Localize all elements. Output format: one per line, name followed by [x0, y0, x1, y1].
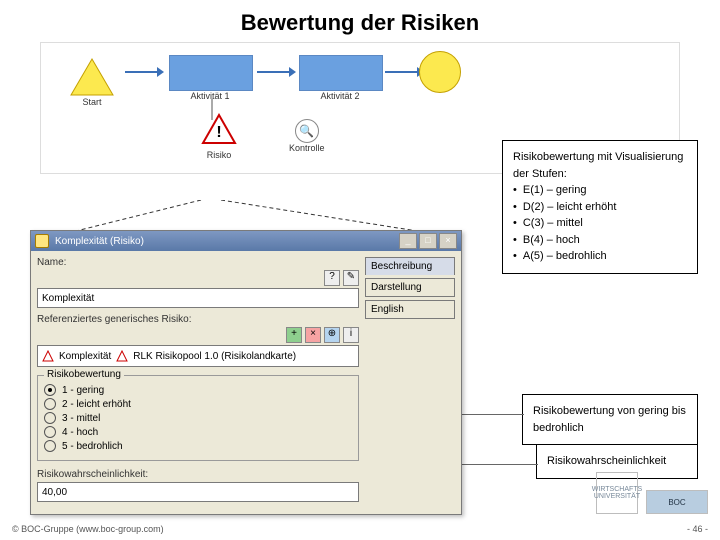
arrow-icon — [125, 71, 159, 73]
page-number: - 46 - — [687, 524, 708, 534]
tab-strip: Beschreibung Darstellung English — [365, 257, 455, 508]
radio-icon — [44, 398, 56, 410]
radio-option[interactable]: 3 - mittel — [44, 412, 352, 424]
risk-mark-icon: ! — [216, 124, 221, 141]
name-input[interactable]: Komplexität — [37, 288, 359, 308]
titlebar[interactable]: Komplexität (Risiko) _ □ × — [31, 231, 461, 251]
logo-area: WIRTSCHAFTS UNIVERSITÄT BOC — [596, 472, 708, 514]
start-label: Start — [69, 97, 115, 107]
app-icon — [35, 234, 49, 248]
dialog-window: Komplexität (Risiko) _ □ × Name: ? ✎ Kom… — [30, 230, 462, 515]
info-icon[interactable]: i — [343, 327, 359, 343]
level-item: D(2) – leicht erhöht — [513, 199, 687, 216]
tab-beschreibung[interactable]: Beschreibung — [365, 257, 455, 275]
levels-box: Risikobewertung mit Visualisierung der S… — [502, 140, 698, 274]
ref-label: Referenziertes generisches Risiko: — [37, 314, 359, 325]
eval-fieldset: Risikobewertung 1 - gering 2 - leicht er… — [37, 375, 359, 461]
edit-icon[interactable]: ✎ — [343, 270, 359, 286]
boc-logo: BOC — [646, 490, 708, 514]
activity-2 — [299, 55, 383, 91]
page-title: Bewertung der Risiken — [0, 0, 720, 42]
control-shape: 🔍 Kontrolle — [289, 119, 325, 153]
radio-icon — [44, 426, 56, 438]
tab-darstellung[interactable]: Darstellung — [365, 278, 455, 297]
arrow-icon — [257, 71, 291, 73]
arrow-icon — [385, 71, 419, 73]
connector-line — [462, 414, 524, 415]
warning-icon — [42, 350, 54, 362]
radio-option[interactable]: 5 - bedrohlich — [44, 440, 352, 452]
activity-2-label: Aktivität 2 — [299, 91, 381, 101]
range-box: Risikobewertung von gering bis bedrohlic… — [522, 394, 698, 445]
activity-1 — [169, 55, 253, 91]
levels-intro: Risikobewertung mit Visualisierung der S… — [513, 149, 687, 182]
risk-label: Risiko — [201, 150, 237, 160]
link-icon[interactable]: ⊕ — [324, 327, 340, 343]
magnifier-icon: 🔍 — [295, 119, 319, 143]
radio-option[interactable]: 4 - hoch — [44, 426, 352, 438]
help-icon[interactable]: ? — [324, 270, 340, 286]
warning-icon — [116, 350, 128, 362]
radio-icon — [44, 384, 56, 396]
maximize-button[interactable]: □ — [419, 233, 437, 249]
prob-label: Risikowahrscheinlichkeit: — [37, 469, 359, 480]
level-item: A(5) – bedrohlich — [513, 248, 687, 265]
radio-icon — [44, 440, 56, 452]
control-label: Kontrolle — [289, 143, 325, 153]
level-item: E(1) – gering — [513, 182, 687, 199]
minimize-button[interactable]: _ — [399, 233, 417, 249]
footer: © BOC-Gruppe (www.boc-group.com) - 46 - — [0, 518, 720, 540]
remove-icon[interactable]: × — [305, 327, 321, 343]
wu-logo: WIRTSCHAFTS UNIVERSITÄT — [596, 472, 638, 514]
risk-shape: ! Risiko — [201, 113, 237, 160]
radio-option[interactable]: 2 - leicht erhöht — [44, 398, 352, 410]
radio-option[interactable]: 1 - gering — [44, 384, 352, 396]
activity-1-label: Aktivität 1 — [169, 91, 251, 101]
start-shape: Start — [69, 57, 115, 107]
add-icon[interactable]: + — [286, 327, 302, 343]
ref-pool: RLK Risikopool 1.0 (Risikolandkarte) — [133, 351, 296, 362]
tab-english[interactable]: English — [365, 300, 455, 319]
copyright: © BOC-Gruppe (www.boc-group.com) — [12, 524, 164, 534]
ref-value: Komplexität — [59, 351, 111, 362]
connector-line — [462, 464, 538, 465]
close-button[interactable]: × — [439, 233, 457, 249]
eval-legend: Risikobewertung — [44, 369, 124, 380]
name-label: Name: — [37, 257, 359, 268]
ref-input[interactable]: Komplexität RLK Risikopool 1.0 (Risikola… — [37, 345, 359, 367]
end-shape — [419, 51, 461, 93]
level-item: B(4) – hoch — [513, 232, 687, 249]
radio-icon — [44, 412, 56, 424]
level-item: C(3) – mittel — [513, 215, 687, 232]
prob-input[interactable]: 40,00 — [37, 482, 359, 502]
dialog-title: Komplexität (Risiko) — [55, 236, 144, 247]
